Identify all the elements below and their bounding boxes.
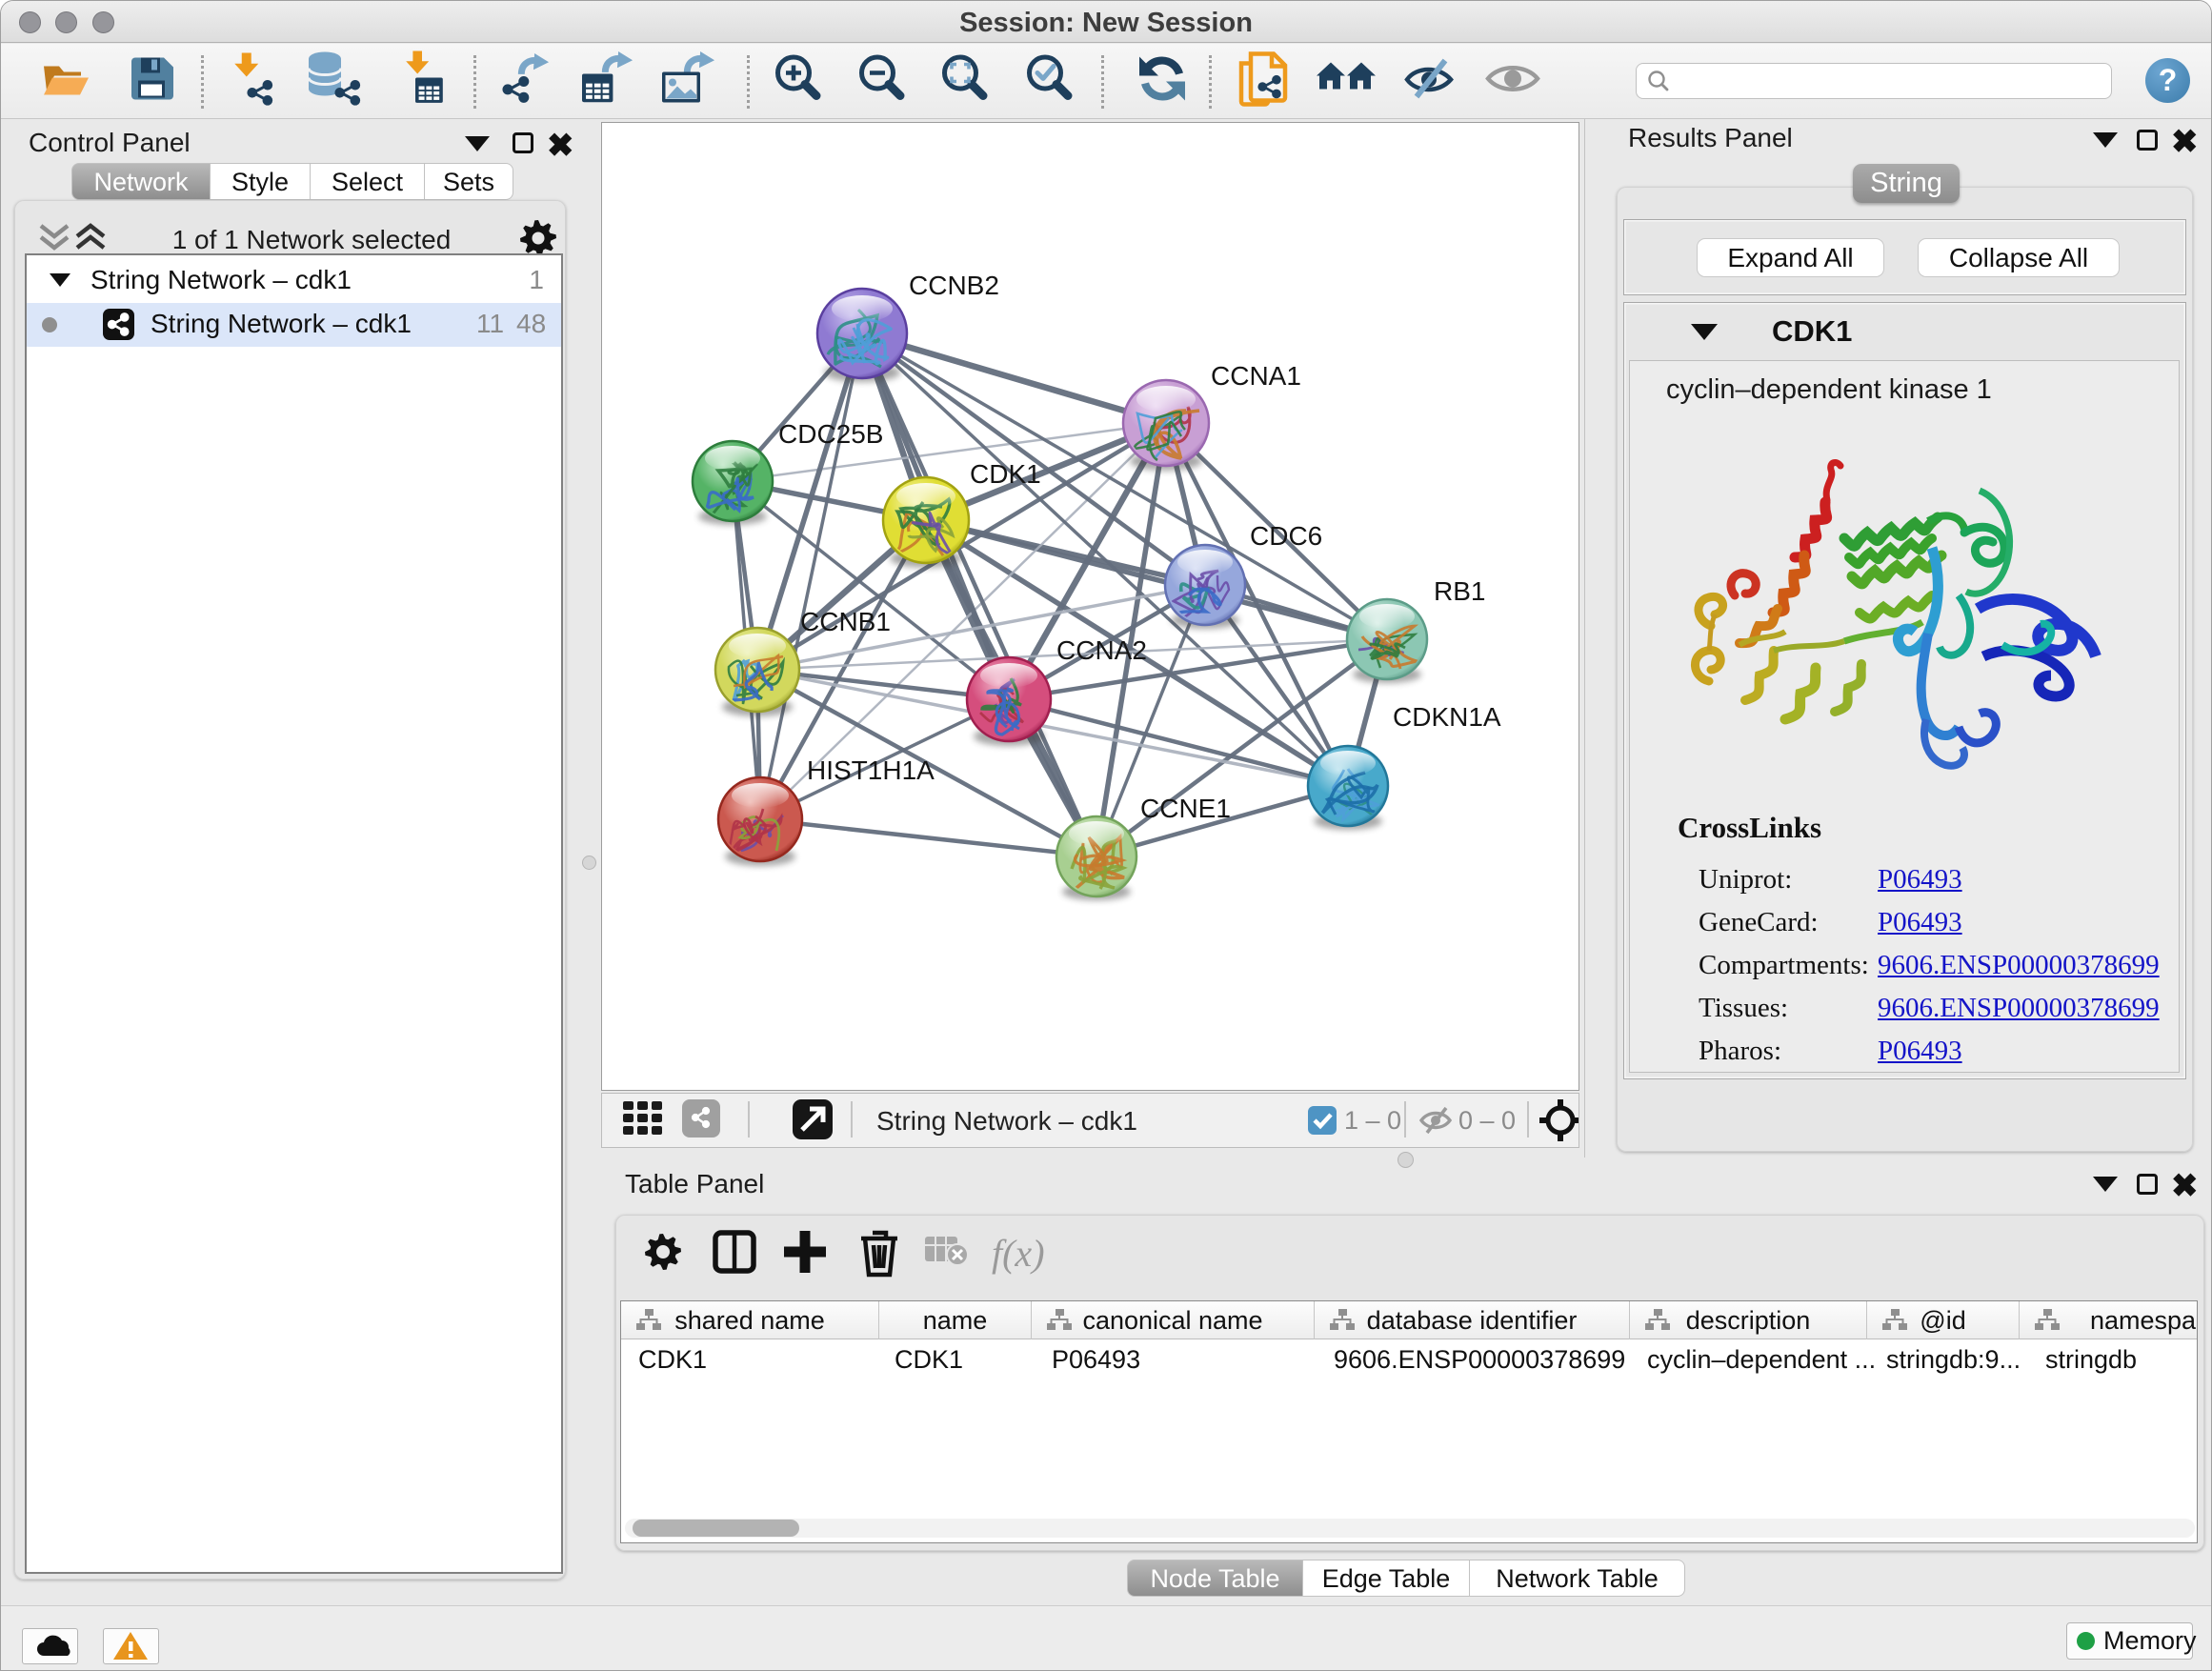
svg-text:CDKN1A: CDKN1A [1393,702,1501,732]
svg-text:String Network – cdk1: String Network – cdk1 [876,1106,1137,1136]
svg-text:RB1: RB1 [1434,576,1485,606]
svg-text:f(x): f(x) [992,1232,1045,1275]
svg-text:CCNA1: CCNA1 [1211,361,1301,391]
svg-text:CCNA2: CCNA2 [1056,635,1147,665]
svg-text:1 – 0: 1 – 0 [1344,1106,1401,1135]
svg-text:CDK1: CDK1 [970,459,1041,489]
svg-text:1 of 1 Network selected: 1 of 1 Network selected [172,225,452,254]
svg-text:CCNE1: CCNE1 [1140,794,1231,823]
svg-text:0 – 0: 0 – 0 [1458,1106,1516,1135]
svg-text:HIST1H1A: HIST1H1A [807,755,935,785]
svg-text:CDC25B: CDC25B [778,419,883,449]
svg-text:CCNB2: CCNB2 [909,271,999,300]
svg-text:CCNB1: CCNB1 [800,607,891,636]
svg-text:CDC6: CDC6 [1250,521,1322,551]
